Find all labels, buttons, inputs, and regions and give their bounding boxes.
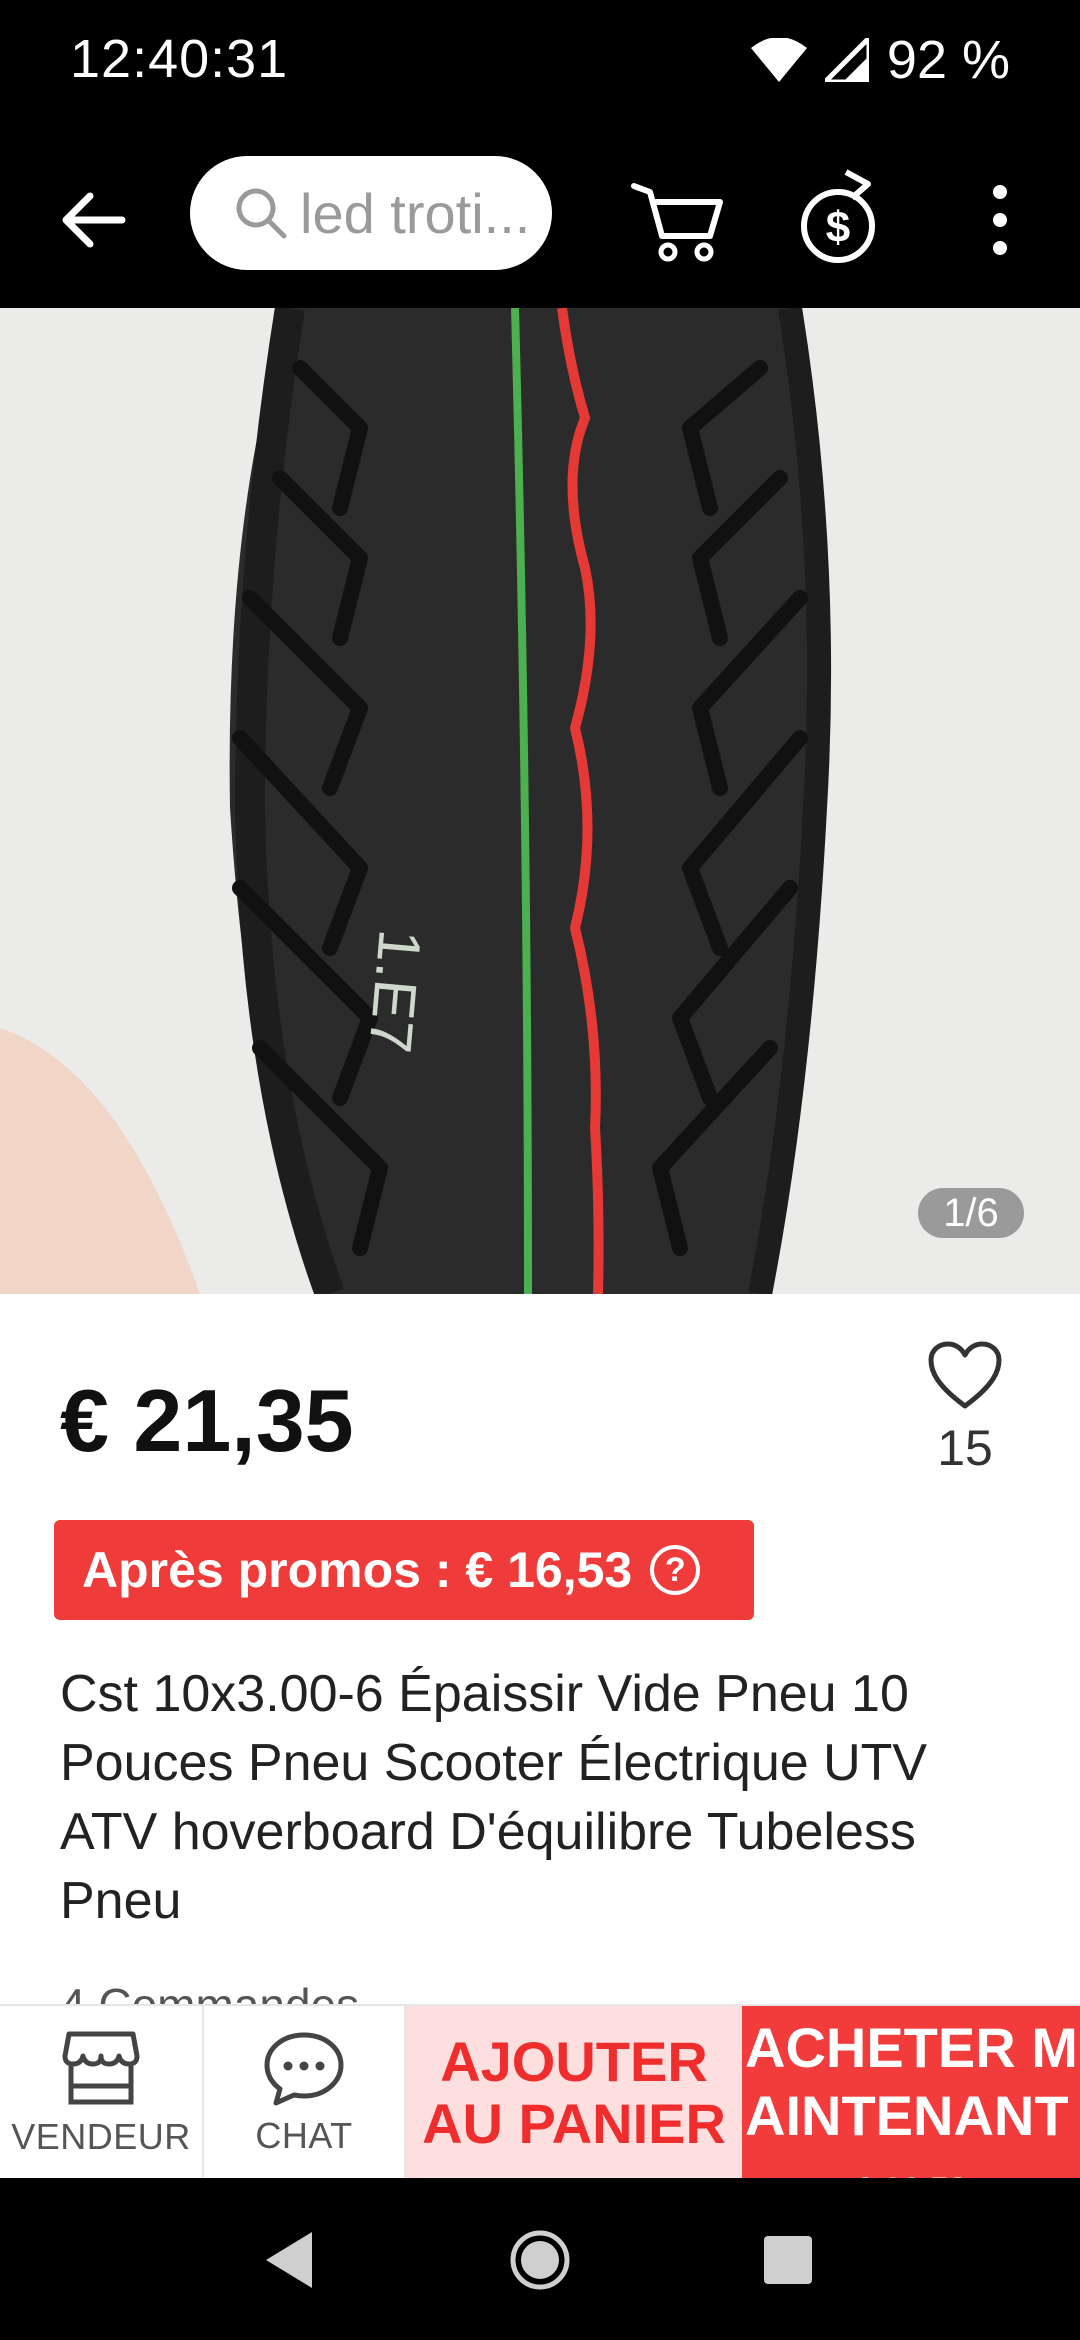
product-title: Cst 10x3.00-6 Épaissir Vide Pneu 10 Pouc… — [60, 1665, 928, 1930]
coin-rebate-icon[interactable]: $ — [792, 162, 892, 272]
top-toolbar: led troti... $ — [0, 120, 1080, 308]
search-input[interactable]: led troti... — [190, 156, 552, 270]
tire-handwriting: 1.E7 — [356, 927, 434, 1056]
system-nav-bar — [0, 2178, 1080, 2340]
add-to-cart-label: AJOUTER AU PANIER — [422, 2030, 726, 2155]
help-icon[interactable]: ? — [650, 1545, 701, 1595]
chat-bubble-icon — [264, 2032, 344, 2106]
wishlist-count: 15 — [937, 1420, 993, 1476]
svg-text:$: $ — [826, 203, 850, 252]
promo-price-text: Après promos : € 16,53 — [82, 1542, 633, 1598]
cell-signal-icon — [824, 38, 869, 82]
heart-icon — [928, 1341, 1002, 1409]
search-icon — [236, 188, 287, 239]
product-photo-tire: 1.E7 — [0, 308, 1080, 1294]
buy-now-button[interactable]: ACHETER MAINTENANT € 16,53 — [742, 2006, 1080, 2180]
price-label: € 21,35 — [60, 1371, 354, 1470]
store-icon — [62, 2031, 140, 2105]
add-to-cart-button[interactable]: AJOUTER AU PANIER — [406, 2006, 742, 2180]
nav-recents-icon[interactable] — [762, 2234, 814, 2286]
image-counter: 1/6 — [918, 1188, 1024, 1238]
status-time: 12:40:31 — [70, 29, 289, 89]
app-root: 12:40:31 92 % led troti... $ 1.E7 1/6 € … — [0, 0, 1080, 2340]
nav-home-icon[interactable] — [508, 2228, 572, 2292]
wishlist-button[interactable]: 15 — [920, 1340, 1010, 1477]
product-image-gallery[interactable]: 1.E7 1/6 — [0, 308, 1080, 1294]
buy-now-label: ACHETER MAINTENANT — [745, 2016, 1078, 2147]
search-query: led troti... — [300, 181, 531, 245]
bottom-action-bar: VENDEUR CHAT AJOUTER AU PANIER ACHETER M… — [0, 2004, 1080, 2180]
seller-button[interactable]: VENDEUR — [0, 2006, 204, 2180]
status-bar: 12:40:31 92 % — [0, 0, 1080, 120]
nav-back-icon[interactable] — [262, 2230, 318, 2290]
battery-level: 92 % — [886, 30, 1010, 90]
cart-icon[interactable] — [628, 168, 728, 268]
buy-now-price: € 16,53 — [742, 2156, 1080, 2180]
back-arrow-icon[interactable] — [56, 184, 128, 256]
status-icons: 92 % — [750, 28, 1010, 92]
chat-button[interactable]: CHAT — [204, 2006, 406, 2180]
seller-label: VENDEUR — [11, 2116, 191, 2157]
promo-price-badge[interactable]: Après promos : € 16,53 ? — [54, 1520, 754, 1620]
more-vert-icon[interactable] — [970, 182, 1030, 258]
chat-label: CHAT — [255, 2115, 353, 2156]
wifi-icon — [750, 38, 807, 82]
